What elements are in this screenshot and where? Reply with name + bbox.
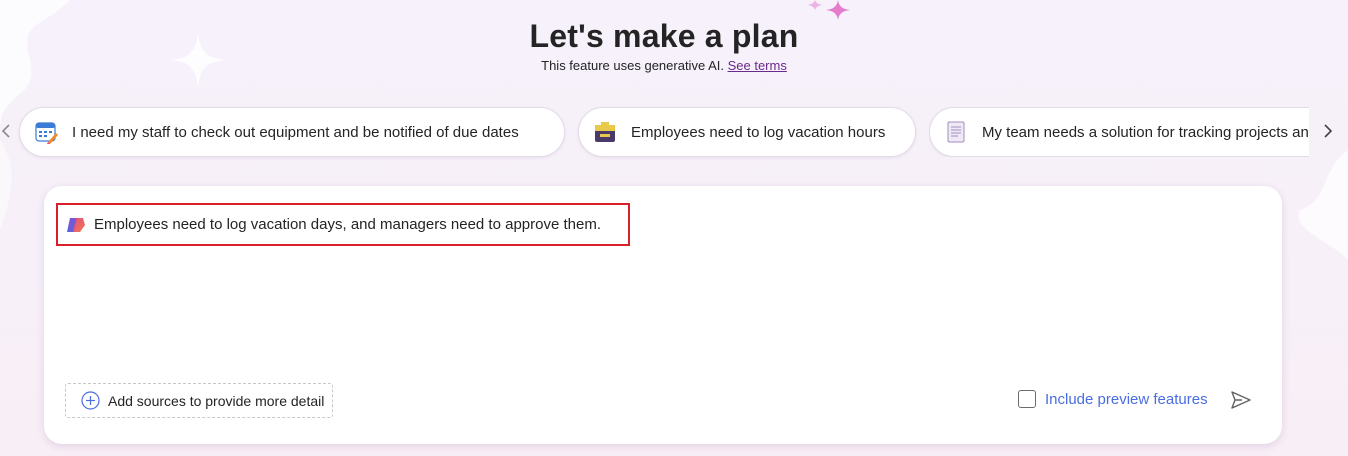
carousel-next-button[interactable]	[1316, 119, 1340, 143]
suggestion-clip: My team needs a solution for tracking pr…	[929, 107, 1309, 157]
suggestion-label: Employees need to log vacation hours	[631, 123, 886, 141]
suggestion-label: I need my staff to check out equipment a…	[72, 123, 519, 141]
suggestion-chip-vacation-hours[interactable]: Employees need to log vacation hours	[578, 107, 916, 157]
suggestion-label: My team needs a solution for tracking pr…	[982, 123, 1309, 141]
suggestion-chip-equipment[interactable]: I need my staff to check out equipment a…	[19, 107, 565, 157]
subtitle-text: This feature uses generative AI.	[541, 58, 724, 73]
preview-label: Include preview features	[1045, 390, 1208, 408]
chevron-right-icon	[1324, 124, 1333, 138]
send-icon	[1231, 391, 1251, 409]
carousel-prev-button[interactable]	[0, 119, 18, 143]
add-circle-icon	[81, 391, 100, 410]
preview-checkbox[interactable]	[1018, 390, 1036, 408]
document-icon	[944, 120, 968, 144]
chevron-left-icon	[1, 124, 10, 138]
add-sources-label: Add sources to provide more detail	[108, 392, 325, 409]
see-terms-link[interactable]: See terms	[728, 58, 787, 73]
calendar-icon	[34, 120, 58, 144]
briefcase-icon	[593, 120, 617, 144]
suggestion-carousel: I need my staff to check out equipment a…	[0, 107, 1348, 159]
copilot-icon	[66, 215, 86, 235]
send-button[interactable]	[1230, 389, 1252, 411]
prompt-panel: Employees need to log vacation days, and…	[44, 186, 1282, 444]
page-title: Let's make a plan	[529, 18, 799, 54]
include-preview-toggle[interactable]: Include preview features	[1018, 390, 1208, 408]
page-subtitle: This feature uses generative AI. See ter…	[0, 58, 1328, 73]
prompt-text: Employees need to log vacation days, and…	[94, 216, 601, 233]
suggestion-chip-projects[interactable]: My team needs a solution for tracking pr…	[929, 107, 1309, 157]
prompt-input[interactable]: Employees need to log vacation days, and…	[56, 203, 630, 246]
add-sources-button[interactable]: Add sources to provide more detail	[65, 383, 333, 418]
